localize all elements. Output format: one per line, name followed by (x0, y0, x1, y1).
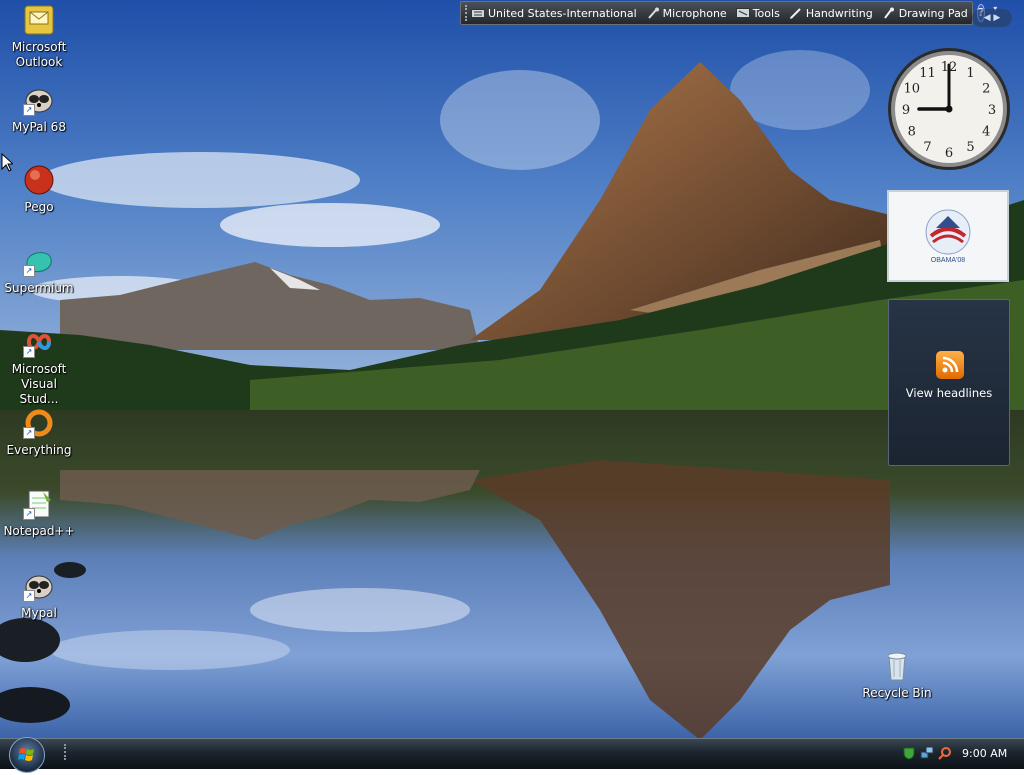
clock-gadget[interactable]: 121234567891011 (886, 46, 1012, 172)
windows-logo-icon (18, 748, 34, 761)
desktop-icon-everything[interactable]: ↗ Everything (0, 407, 78, 458)
taskbar (0, 738, 1024, 769)
desktop-icon-label: Microsoft Visual Stud... (11, 362, 67, 406)
supermium-icon: ↗ (23, 245, 55, 277)
clock-numeral: 9 (902, 103, 910, 118)
handwriting-button[interactable]: Handwriting (789, 7, 873, 20)
drawing-pad-button[interactable]: Drawing Pad (882, 7, 968, 20)
desktop-icon-label: Mypal (21, 606, 57, 620)
desktop-icon-visual-studio[interactable]: ↗ Microsoft Visual Stud... (0, 326, 78, 407)
network-icon[interactable] (920, 746, 934, 760)
microphone-button[interactable]: Microphone (646, 7, 727, 20)
outlook-icon (23, 4, 55, 36)
feed-headlines-gadget[interactable]: View headlines (888, 299, 1010, 466)
desktop-icon-notepad-plus-plus[interactable]: ↗ Notepad++ (0, 488, 78, 539)
language-bar: United States-International Microphone T… (460, 1, 997, 25)
taskbar-grip[interactable] (64, 744, 69, 760)
slideshow-image: OBAMA'08 (889, 192, 1007, 280)
mypal-icon: ↗ (23, 84, 55, 116)
shortcut-arrow-icon: ↗ (23, 104, 35, 116)
everything-icon: ↗ (23, 407, 55, 439)
clock-numeral: 1 (966, 66, 974, 81)
desktop-icon-label: Recycle Bin (862, 686, 932, 700)
language-button[interactable]: United States-International (471, 7, 637, 20)
slideshow-caption: OBAMA'08 (931, 257, 966, 264)
desktop-icon-supermium[interactable]: ↗ Supermium (0, 245, 78, 296)
clock-numeral: 5 (966, 140, 974, 155)
notepad-plus-plus-icon: ↗ (23, 488, 55, 520)
tools-button[interactable]: Tools (735, 6, 780, 20)
clock-numeral: 3 (988, 103, 996, 118)
microphone-label: Microphone (662, 6, 727, 20)
clock-numeral: 8 (908, 125, 916, 140)
desktop-icon-mypal[interactable]: ↗ Mypal (0, 570, 78, 621)
sidebar-navigation[interactable]: ◀ ▶ (972, 9, 1012, 27)
shortcut-arrow-icon: ↗ (23, 508, 35, 520)
desktop-icon-outlook[interactable]: Microsoft Outlook (0, 4, 78, 70)
clock-numeral: 10 (903, 82, 920, 97)
tools-label: Tools (752, 6, 780, 20)
clock-numeral: 6 (945, 146, 953, 161)
handwriting-label: Handwriting (805, 6, 873, 20)
mouse-cursor-icon (1, 153, 13, 172)
language-bar-grip[interactable] (465, 5, 467, 21)
drawing-pad-icon (882, 7, 896, 19)
analog-clock: 121234567891011 (888, 48, 1010, 170)
desktop-wallpaper (0, 0, 1024, 738)
drawing-pad-label: Drawing Pad (898, 6, 968, 20)
shortcut-arrow-icon: ↗ (23, 590, 35, 602)
language-label: United States-International (488, 6, 637, 20)
clock-numeral: 7 (923, 140, 931, 155)
desktop-icon-recycle-bin[interactable]: Recycle Bin (858, 650, 936, 701)
shortcut-arrow-icon: ↗ (23, 346, 35, 358)
shortcut-arrow-icon: ↗ (23, 265, 35, 277)
lake-mountain-landscape (0, 0, 1024, 738)
taskbar-clock[interactable]: 9:00 AM (962, 747, 1007, 760)
microphone-icon (646, 7, 660, 19)
desktop-icon-label: MyPal 68 (12, 120, 66, 134)
view-headlines-link[interactable]: View headlines (889, 386, 1009, 400)
clock-numeral: 4 (982, 125, 990, 140)
desktop-icon-label: Everything (6, 443, 72, 457)
desktop-icon-label: Pego (24, 200, 54, 214)
shortcut-arrow-icon: ↗ (23, 427, 35, 439)
rss-icon (936, 351, 964, 379)
notification-area: 9:00 AM (902, 741, 1007, 765)
recycle-bin-icon (881, 650, 913, 682)
pen-icon (789, 7, 803, 19)
visual-studio-icon: ↗ (23, 326, 55, 358)
desktop-icon-mypal-68[interactable]: ↗ MyPal 68 (0, 84, 78, 135)
mypal-icon: ↗ (23, 570, 55, 602)
slideshow-gadget[interactable]: OBAMA'08 (887, 190, 1009, 282)
pego-icon (23, 164, 55, 196)
desktop-icon-label: Notepad++ (3, 524, 75, 538)
keyboard-icon (471, 7, 485, 19)
clock-numeral: 11 (919, 66, 936, 81)
tools-icon (735, 7, 750, 19)
desktop-icon-label: Microsoft Outlook (11, 40, 67, 69)
search-icon[interactable] (938, 746, 952, 760)
security-shield-icon[interactable] (902, 746, 916, 760)
clock-numeral: 2 (982, 82, 990, 97)
desktop-icon-label: Supermium (4, 281, 74, 295)
